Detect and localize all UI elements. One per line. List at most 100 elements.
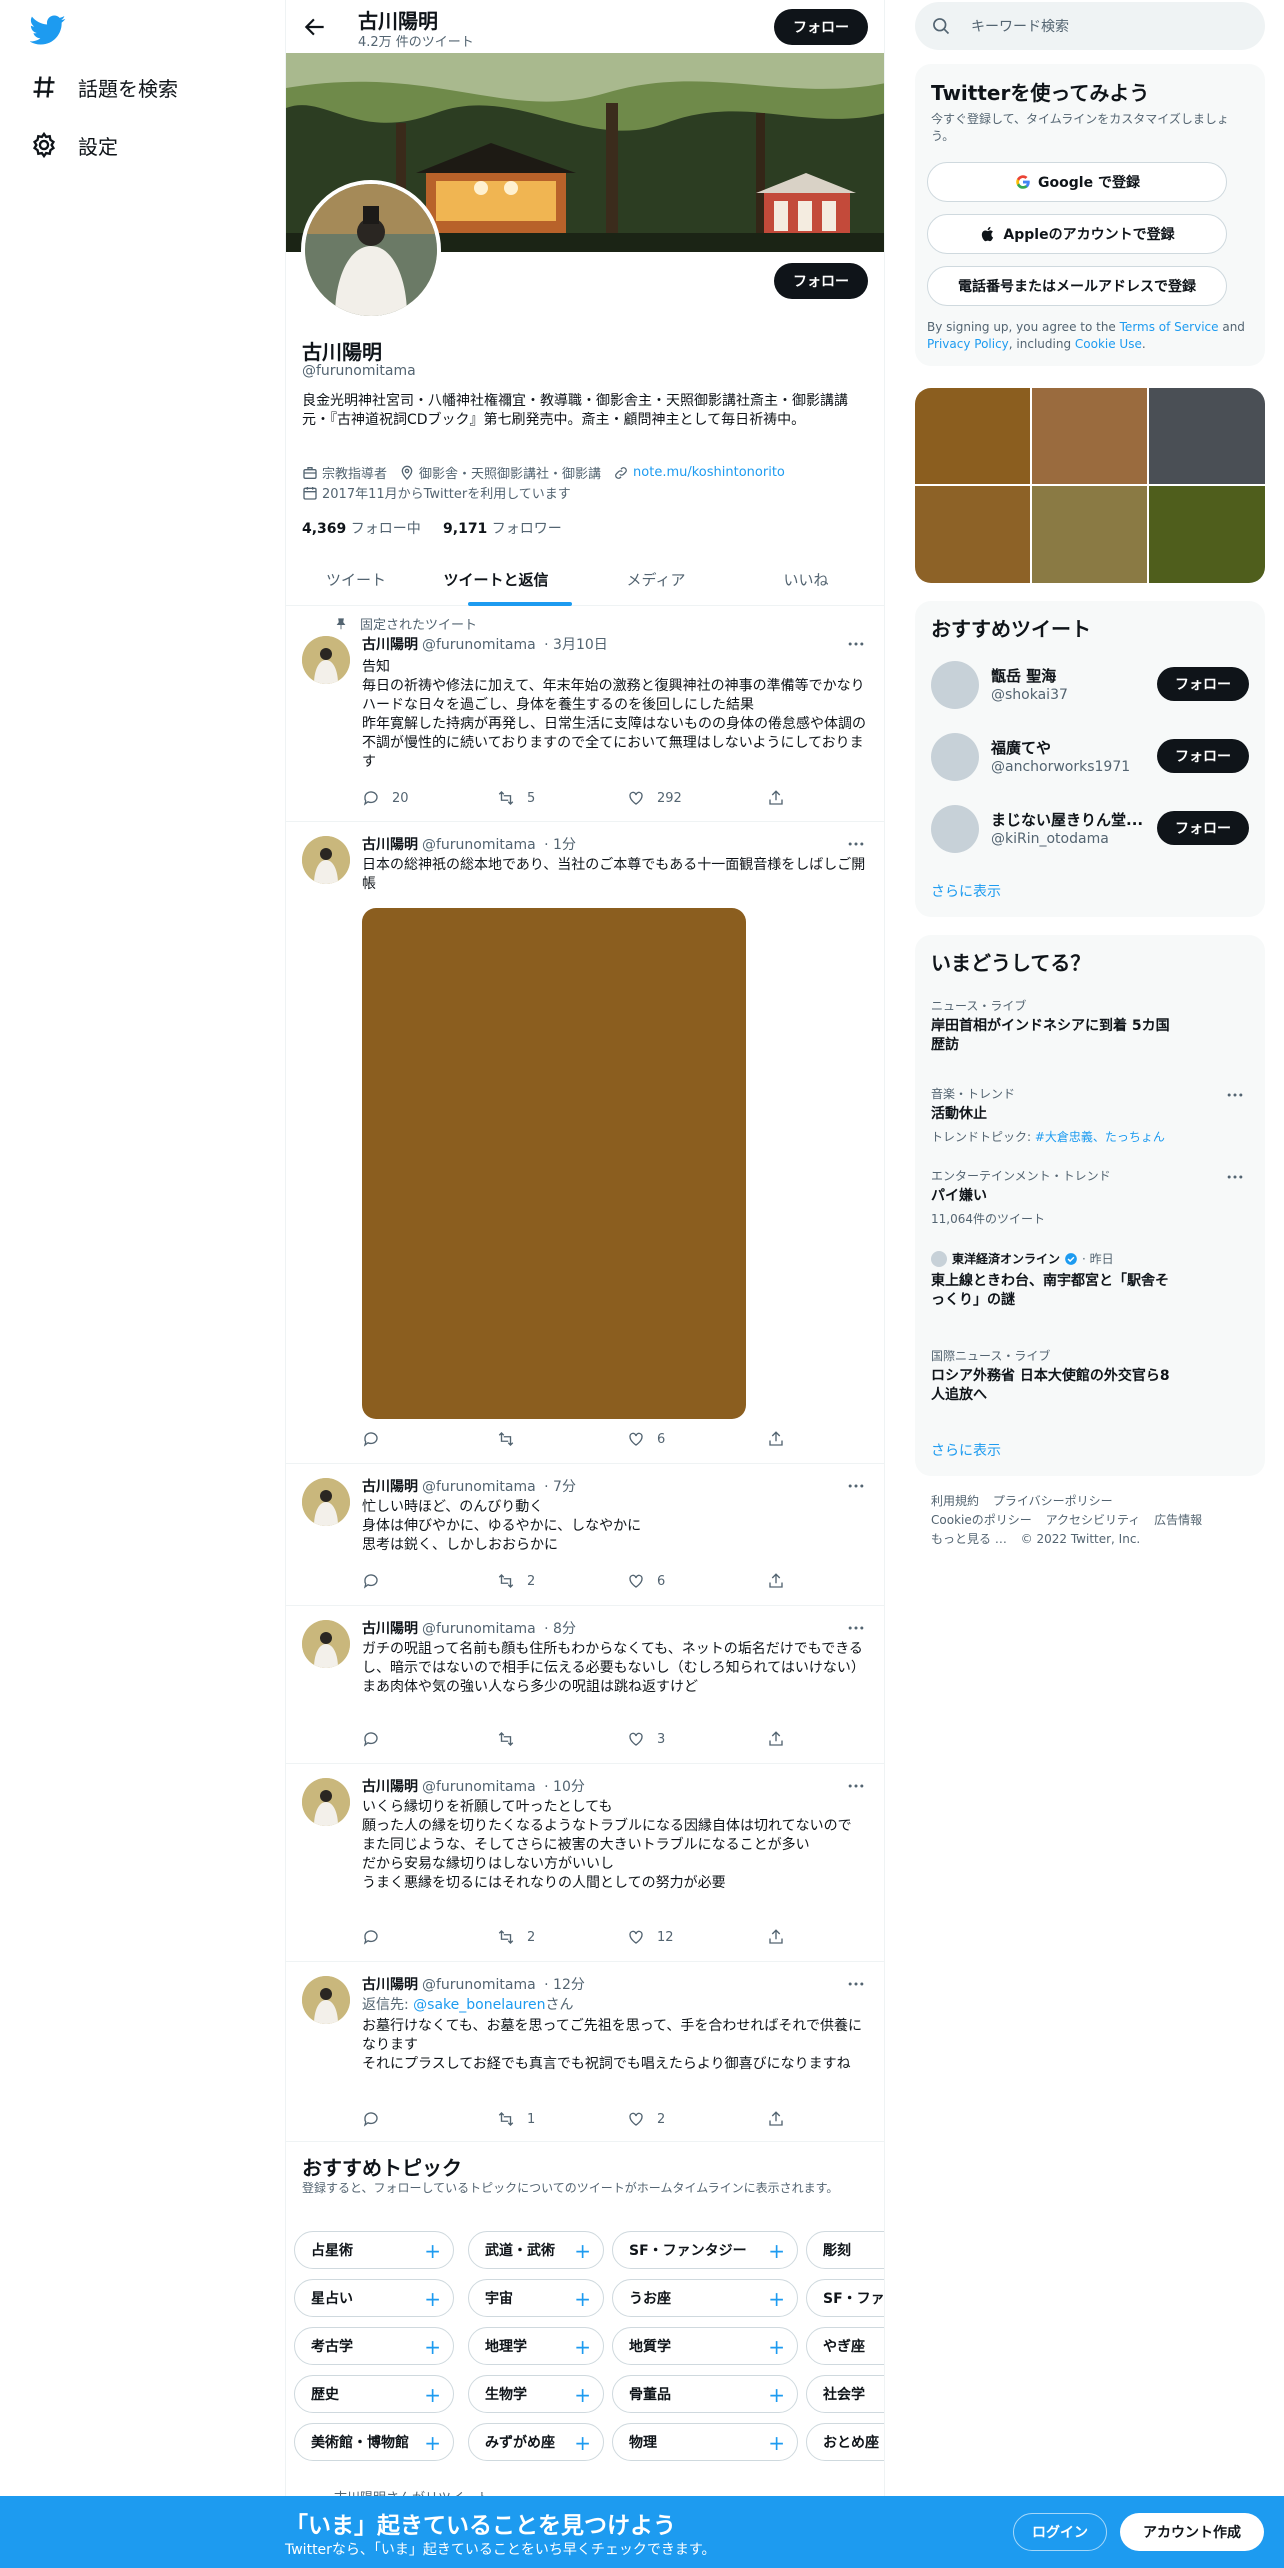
- topic-chip[interactable]: 武道・武術 +: [468, 2231, 604, 2269]
- trend-item[interactable]: 国際ニュース・ライブ ロシア外務省 日本大使館の外交官ら8人追放へ: [915, 1347, 1265, 1417]
- topic-chip[interactable]: 歴史 +: [294, 2375, 454, 2413]
- share-button[interactable]: [767, 1730, 797, 1748]
- tweet-avatar[interactable]: [302, 1478, 350, 1526]
- more-icon[interactable]: [846, 634, 866, 654]
- tweet-item[interactable]: 古川陽明 @furunomitama · 7分 忙しい時ほど、のんびり動く 身体は…: [286, 1464, 884, 1606]
- back-arrow-icon[interactable]: [302, 14, 328, 40]
- profile-link[interactable]: note.mu/koshintonorito: [613, 465, 785, 481]
- create-account-button[interactable]: アカウント作成: [1120, 2513, 1264, 2551]
- topic-chip[interactable]: 地質学 +: [612, 2327, 798, 2365]
- avatar[interactable]: [931, 733, 979, 781]
- more-icon[interactable]: [1225, 1167, 1245, 1187]
- topic-chip[interactable]: 宇宙 +: [468, 2279, 604, 2317]
- profile-avatar[interactable]: [301, 180, 441, 320]
- topic-chip[interactable]: 考古学 +: [294, 2327, 454, 2365]
- tweet-avatar[interactable]: [302, 836, 350, 884]
- terms-link[interactable]: Terms of Service: [1120, 320, 1219, 334]
- topic-chip[interactable]: 占星術 +: [294, 2231, 454, 2269]
- trends-show-more[interactable]: さらに表示: [931, 1440, 1001, 1460]
- reply-button[interactable]: [362, 2110, 392, 2128]
- phone-email-signup-button[interactable]: 電話番号またはメールアドレスで登録: [927, 266, 1227, 306]
- topic-chip[interactable]: 骨董品 +: [612, 2375, 798, 2413]
- twitter-logo-icon[interactable]: [30, 12, 66, 48]
- nav-settings[interactable]: 設定: [30, 125, 118, 165]
- topic-chip[interactable]: SF・ファンタジー +: [612, 2231, 798, 2269]
- media-thumbnail[interactable]: [1149, 486, 1265, 583]
- recommended-user[interactable]: まじない屋きりん堂... @kiRin_otodama フォロー: [915, 793, 1265, 865]
- reply-button[interactable]: [362, 1730, 392, 1748]
- tweet-item[interactable]: 古川陽明 @furunomitama · 10分 いくら縁切りを祈願して叶ったとし…: [286, 1764, 884, 1962]
- footer-link[interactable]: Cookieのポリシー: [931, 1513, 1032, 1527]
- tab-likes[interactable]: いいね: [726, 553, 884, 606]
- trend-item[interactable]: ニュース・ライブ 岸田首相がインドネシアに到着 5カ国歴訪: [915, 997, 1265, 1067]
- more-icon[interactable]: [846, 1476, 866, 1496]
- topic-chip[interactable]: おとめ座: [806, 2423, 884, 2461]
- trend-item[interactable]: 東洋経済オンライン · 昨日 東上線ときわ台、南宇都宮と「駅舎そっくり」の謎: [915, 1250, 1265, 1330]
- topic-chip[interactable]: 彫刻: [806, 2231, 884, 2269]
- like-button[interactable]: 12: [627, 1928, 674, 1946]
- media-thumbnail[interactable]: [1032, 388, 1147, 484]
- tab-tweets[interactable]: ツイート: [286, 553, 426, 606]
- share-button[interactable]: [767, 1928, 797, 1946]
- topic-chip[interactable]: 生物学 +: [468, 2375, 604, 2413]
- more-icon[interactable]: [1225, 1085, 1245, 1105]
- search-box[interactable]: [915, 2, 1265, 50]
- footer-link[interactable]: プライバシーポリシー: [993, 1494, 1113, 1508]
- topic-chip[interactable]: 美術館・博物館 +: [294, 2423, 454, 2461]
- like-button[interactable]: 292: [627, 789, 682, 807]
- more-icon[interactable]: [846, 1776, 866, 1796]
- topic-chip[interactable]: みずがめ座 +: [468, 2423, 604, 2461]
- avatar[interactable]: [931, 661, 979, 709]
- retweet-button[interactable]: 2: [497, 1928, 535, 1946]
- footer-link[interactable]: アクセシビリティ: [1046, 1513, 1141, 1527]
- media-thumbnail[interactable]: [1149, 388, 1265, 484]
- header-follow-button[interactable]: フォロー: [774, 9, 868, 45]
- retweet-button[interactable]: [497, 1430, 527, 1448]
- topic-chip[interactable]: 星占い +: [294, 2279, 454, 2317]
- follow-button[interactable]: フォロー: [1157, 667, 1249, 701]
- avatar[interactable]: [931, 805, 979, 853]
- trend-topic-tags[interactable]: #大倉忠義、たっちょん: [1035, 1130, 1165, 1144]
- media-thumbnail[interactable]: [915, 388, 1030, 484]
- follow-button[interactable]: フォロー: [1157, 739, 1249, 773]
- reply-to-link[interactable]: @sake_bonelauren: [413, 1997, 545, 2013]
- more-icon[interactable]: [846, 1974, 866, 1994]
- tweet-avatar[interactable]: [302, 1620, 350, 1668]
- google-signup-button[interactable]: Google で登録: [927, 162, 1227, 202]
- retweet-button[interactable]: [497, 1730, 527, 1748]
- tweet-item[interactable]: 古川陽明 @furunomitama · 12分 返信先: @sake_bonel…: [286, 1962, 884, 2142]
- topic-chip[interactable]: うお座 +: [612, 2279, 798, 2317]
- share-button[interactable]: [767, 1572, 797, 1590]
- topic-chip[interactable]: やぎ座: [806, 2327, 884, 2365]
- login-button[interactable]: ログイン: [1013, 2513, 1107, 2551]
- media-thumbnail[interactable]: [915, 486, 1030, 583]
- reply-button[interactable]: 20: [362, 789, 409, 807]
- tweet-avatar[interactable]: [302, 1778, 350, 1826]
- reply-button[interactable]: [362, 1928, 392, 1946]
- tweet-item[interactable]: 古川陽明 @furunomitama · 8分 ガチの呪詛って名前も顔も住所もわか…: [286, 1606, 884, 1764]
- retweet-button[interactable]: 5: [497, 789, 535, 807]
- reply-button[interactable]: [362, 1572, 392, 1590]
- like-button[interactable]: 3: [627, 1730, 665, 1748]
- retweet-button[interactable]: 2: [497, 1572, 535, 1590]
- search-input[interactable]: [971, 2, 1251, 50]
- share-button[interactable]: [767, 2110, 797, 2128]
- tweet-item[interactable]: 古川陽明 @furunomitama · 3月10日 告知 毎日の祈祷や修法に加え…: [286, 606, 884, 822]
- media-thumbnail[interactable]: [1032, 486, 1147, 583]
- recommended-user[interactable]: 福廣てや @anchorworks1971 フォロー: [915, 721, 1265, 793]
- tab-tweets-replies[interactable]: ツイートと返信: [426, 553, 566, 606]
- topic-chip[interactable]: SF・ファン: [806, 2279, 884, 2317]
- topic-chip[interactable]: 地理学 +: [468, 2327, 604, 2365]
- footer-link[interactable]: 利用規約: [931, 1494, 979, 1508]
- follow-button[interactable]: フォロー: [1157, 811, 1249, 845]
- share-button[interactable]: [767, 789, 797, 807]
- footer-link[interactable]: もっと見る …: [931, 1532, 1007, 1546]
- retweet-button[interactable]: 1: [497, 2110, 535, 2128]
- recommended-user[interactable]: 甑岳 聖海 @shokai37 フォロー: [915, 649, 1265, 721]
- more-icon[interactable]: [846, 1618, 866, 1638]
- cookie-link[interactable]: Cookie Use: [1075, 337, 1142, 351]
- following-link[interactable]: 4,369 フォロー中: [302, 521, 421, 537]
- followers-link[interactable]: 9,171 フォロワー: [443, 521, 562, 537]
- topic-chip[interactable]: 物理 +: [612, 2423, 798, 2461]
- footer-link[interactable]: 広告情報: [1154, 1513, 1202, 1527]
